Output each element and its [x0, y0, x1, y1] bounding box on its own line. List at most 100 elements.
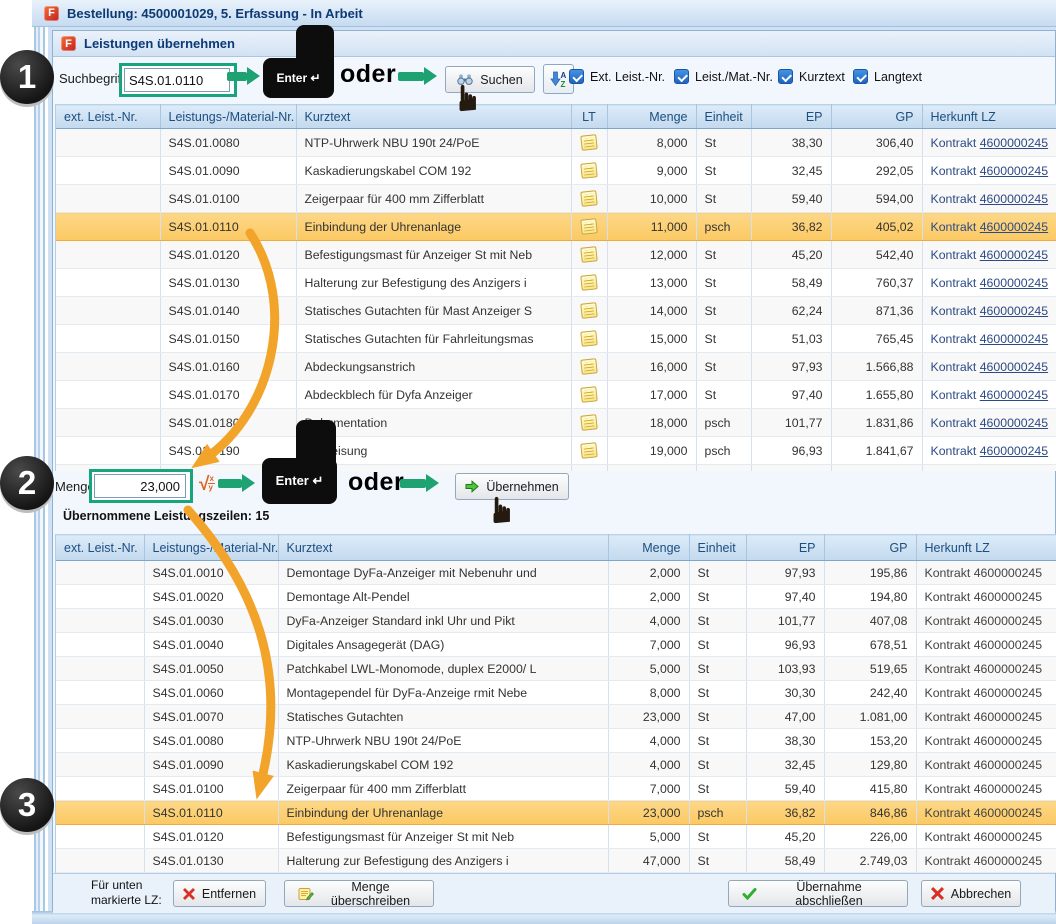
gp-cell: 871,36	[831, 297, 922, 325]
kurztext-cell: Zeigerpaar für 400 mm Zifferblatt	[278, 777, 608, 801]
longtext-icon[interactable]	[580, 162, 597, 179]
column-header-einheit[interactable]: Einheit	[689, 535, 746, 561]
longtext-icon[interactable]	[580, 414, 597, 431]
service-row[interactable]: S4S.01.0020Demontage Alt-Pendel2,000St97…	[56, 585, 1056, 609]
suchen-button[interactable]: Suchen	[445, 66, 535, 93]
column-header-menge[interactable]: Menge	[608, 535, 689, 561]
ext-leist-nr-cell	[56, 325, 160, 353]
service-row[interactable]: S4S.01.0080NTP-Uhrwerk NBU 190t 24/PoE8,…	[56, 129, 1056, 157]
formula-icon[interactable]: √ x y	[199, 475, 215, 494]
column-header-kurztext[interactable]: Kurztext	[278, 535, 608, 561]
longtext-icon[interactable]	[580, 330, 597, 347]
service-row[interactable]: S4S.01.0030DyFa-Anzeiger Standard inkl U…	[56, 609, 1056, 633]
column-header-ext-leist-nr[interactable]: ext. Leist.-Nr.	[56, 105, 160, 129]
contract-link[interactable]: 4600000245	[980, 192, 1048, 206]
abbrechen-button[interactable]: Abbrechen	[921, 880, 1021, 907]
service-row[interactable]: S4S.01.0070Statisches Gutachten23,000St4…	[56, 705, 1056, 729]
contract-link[interactable]: 4600000245	[980, 444, 1048, 458]
contract-link[interactable]: 4600000245	[980, 388, 1048, 402]
column-header-ep[interactable]: EP	[746, 535, 824, 561]
service-row[interactable]: S4S.01.0150Statisches Gutachten für Fahr…	[56, 325, 1056, 353]
longtext-icon[interactable]	[580, 302, 597, 319]
longtext-icon[interactable]	[580, 386, 597, 403]
column-header-einheit[interactable]: Einheit	[696, 105, 751, 129]
checkbox-checked-icon[interactable]	[674, 69, 689, 84]
material-nr-cell: S4S.01.0120	[144, 825, 278, 849]
checkbox-checked-icon[interactable]	[778, 69, 793, 84]
service-row[interactable]: S4S.01.0050Patchkabel LWL-Monomode, dupl…	[56, 657, 1056, 681]
entfernen-button[interactable]: Entfernen	[173, 880, 266, 907]
service-row[interactable]: S4S.01.0120Befestigungsmast für Anzeiger…	[56, 241, 1056, 269]
contract-link[interactable]: 4600000245	[980, 136, 1048, 150]
column-header-herkunft-lz[interactable]: Herkunft LZ	[916, 535, 1056, 561]
kurztext-cell: Digitales Ansagegerät (DAG)	[278, 633, 608, 657]
longtext-icon[interactable]	[580, 218, 597, 235]
column-header-gp[interactable]: GP	[831, 105, 922, 129]
column-header-leistungs-material-nr[interactable]: Leistungs-/Material-Nr.	[160, 105, 296, 129]
contract-link[interactable]: 4600000245	[980, 220, 1048, 234]
column-header-herkunft-lz[interactable]: Herkunft LZ	[922, 105, 1056, 129]
search-input[interactable]	[124, 68, 230, 92]
column-header-ep[interactable]: EP	[751, 105, 831, 129]
column-header-kurztext[interactable]: Kurztext	[296, 105, 571, 129]
einheit-cell: St	[689, 705, 746, 729]
service-row[interactable]: S4S.01.0170Abdeckblech für Dyfa Anzeiger…	[56, 381, 1056, 409]
service-row[interactable]: S4S.01.0090Kaskadierungskabel COM 1929,0…	[56, 157, 1056, 185]
service-row[interactable]: S4S.01.0100Zeigerpaar für 400 mm Zifferb…	[56, 777, 1056, 801]
service-row[interactable]: S4S.01.0140Statisches Gutachten für Mast…	[56, 297, 1056, 325]
checkbox-checked-icon[interactable]	[569, 69, 584, 84]
longtext-icon[interactable]	[580, 358, 597, 375]
menge-input[interactable]	[94, 474, 186, 498]
service-row[interactable]: S4S.01.0060Montagependel für DyFa-Anzeig…	[56, 681, 1056, 705]
contract-link[interactable]: 4600000245	[980, 164, 1048, 178]
column-header-menge[interactable]: Menge	[607, 105, 696, 129]
checkbox-langtext[interactable]: Langtext	[853, 69, 922, 84]
contract-link[interactable]: 4600000245	[980, 276, 1048, 290]
uebernehmen-button[interactable]: Übernehmen	[455, 473, 569, 500]
contract-link[interactable]: 4600000245	[980, 248, 1048, 262]
service-row[interactable]: S4S.01.0120Befestigungsmast für Anzeiger…	[56, 825, 1056, 849]
longtext-icon[interactable]	[580, 190, 597, 207]
checkbox-kurztext[interactable]: Kurztext	[778, 69, 845, 84]
ep-cell: 36,82	[746, 801, 824, 825]
service-row[interactable]: S4S.01.0130Halterung zur Befestigung des…	[56, 269, 1056, 297]
ep-cell: 38,30	[751, 129, 831, 157]
longtext-icon[interactable]	[580, 442, 597, 459]
column-header-leistungs-material-nr[interactable]: Leistungs-/Material-Nr.	[144, 535, 278, 561]
column-header-lt[interactable]: LT	[571, 105, 607, 129]
longtext-icon[interactable]	[580, 274, 597, 291]
service-row[interactable]: S4S.01.0160Abdeckungsanstrich16,000St97,…	[56, 353, 1056, 381]
service-row[interactable]: S4S.01.0110Einbindung der Uhrenanlage23,…	[56, 801, 1056, 825]
contract-link[interactable]: 4600000245	[980, 304, 1048, 318]
service-row[interactable]: S4S.01.0040Digitales Ansagegerät (DAG)7,…	[56, 633, 1056, 657]
menge-ueberschreiben-button[interactable]: Menge überschreiben	[284, 880, 434, 907]
einheit-cell: St	[689, 585, 746, 609]
checkbox-checked-icon[interactable]	[853, 69, 868, 84]
service-row[interactable]: S4S.01.0130Halterung zur Befestigung des…	[56, 849, 1056, 873]
ep-cell: 97,40	[751, 381, 831, 409]
column-header-gp[interactable]: GP	[824, 535, 916, 561]
service-row[interactable]: S4S.01.0100Zeigerpaar für 400 mm Zifferb…	[56, 185, 1056, 213]
contract-link[interactable]: 4600000245	[980, 360, 1048, 374]
ext-leist-nr-cell	[56, 381, 160, 409]
contract-link[interactable]: 4600000245	[980, 332, 1048, 346]
service-row[interactable]: S4S.01.0010Demontage DyFa-Anzeiger mit N…	[56, 561, 1056, 585]
ep-cell: 101,77	[746, 609, 824, 633]
herkunft-cell: Kontrakt 4600000245	[922, 297, 1056, 325]
uebernahme-abschliessen-button[interactable]: Übernahme abschließen	[728, 880, 908, 907]
column-header-ext-leist-nr[interactable]: ext. Leist.-Nr.	[56, 535, 144, 561]
service-row[interactable]: S4S.01.0110Einbindung der Uhrenanlage11,…	[56, 213, 1056, 241]
service-row[interactable]: S4S.01.0080NTP-Uhrwerk NBU 190t 24/PoE4,…	[56, 729, 1056, 753]
checkbox-ext-leist-nr[interactable]: Ext. Leist.-Nr.	[569, 69, 665, 84]
contract-link[interactable]: 4600000245	[980, 416, 1048, 430]
checkbox-leist-mat-nr[interactable]: Leist./Mat.-Nr.	[674, 69, 773, 84]
abbrechen-label: Abbrechen	[951, 887, 1011, 901]
longtext-icon[interactable]	[580, 246, 597, 263]
longtext-icon[interactable]	[580, 134, 597, 151]
service-row[interactable]: S4S.01.0090Kaskadierungskabel COM 1924,0…	[56, 753, 1056, 777]
menge-cell: 18,000	[607, 409, 696, 437]
service-row[interactable]: S4S.01.0190Einweisung19,000psch96,931.84…	[56, 437, 1056, 465]
svg-text:A: A	[560, 71, 566, 80]
material-nr-cell: S4S.01.0080	[144, 729, 278, 753]
service-row[interactable]: S4S.01.0180Dokumentation18,000psch101,77…	[56, 409, 1056, 437]
